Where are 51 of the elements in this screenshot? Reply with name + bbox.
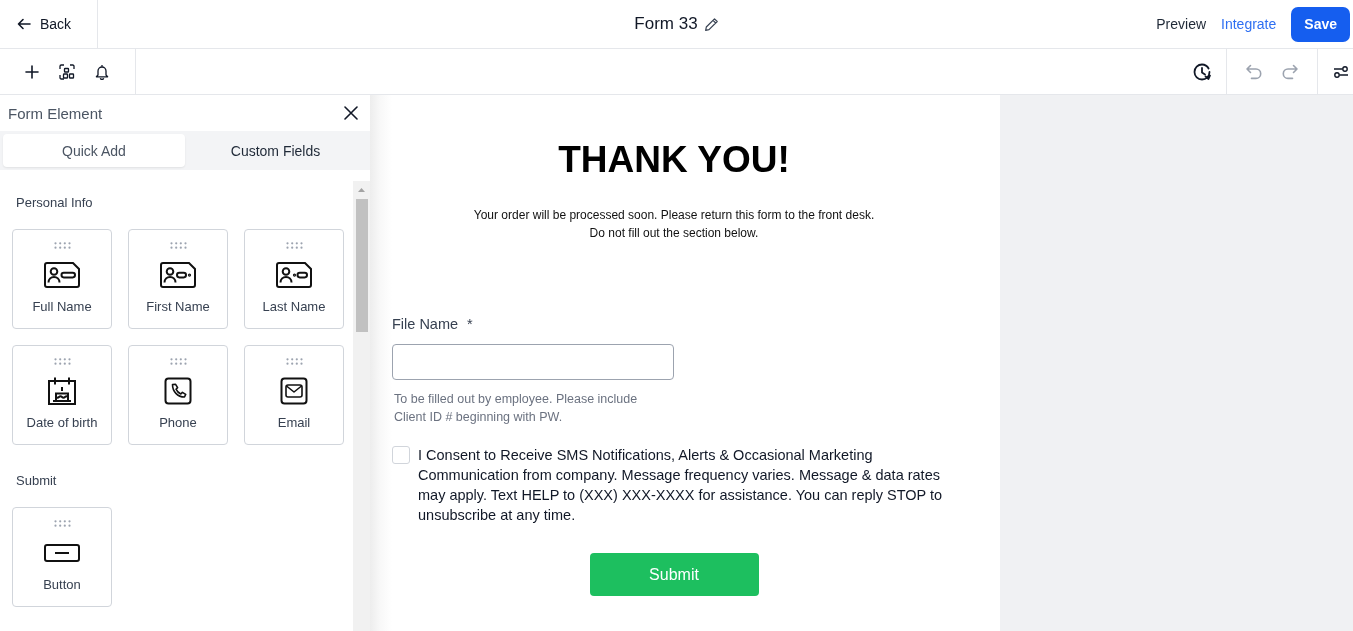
drag-handle-icon[interactable] — [53, 520, 71, 527]
form-element-card[interactable]: Full Name — [12, 229, 112, 329]
phone-icon — [164, 377, 192, 405]
scroll-up-icon[interactable] — [358, 188, 365, 192]
drag-handle-icon[interactable] — [53, 358, 71, 365]
id-card-icon — [159, 261, 197, 289]
form-element-card[interactable]: Phone — [128, 345, 228, 445]
help-text: To be filled out by employee. Please include — [394, 391, 639, 408]
close-icon[interactable] — [344, 106, 358, 120]
tab[interactable]: Custom Fields — [185, 134, 366, 167]
drag-handle-icon[interactable] — [169, 358, 187, 365]
drag-handle-icon[interactable] — [285, 358, 303, 365]
button-shape-icon — [44, 544, 80, 562]
link-button[interactable]: Integrate — [1221, 16, 1277, 32]
drag-handle-icon[interactable] — [285, 242, 303, 249]
section-title: Personal Info — [16, 194, 94, 212]
form-heading: THANK YOU! — [557, 138, 791, 182]
pencil-icon[interactable] — [703, 16, 719, 32]
drag-handle-icon[interactable] — [169, 242, 187, 249]
text-button[interactable]: Preview — [1156, 16, 1207, 32]
intro-text: Your order will be processed soon. Please return this form to the front desk. — [472, 207, 876, 224]
form-element-card[interactable]: Button — [12, 507, 112, 607]
section-title: Submit — [16, 472, 58, 490]
id-card-icon — [43, 261, 81, 289]
history-icon[interactable] — [1192, 61, 1212, 82]
back-button[interactable]: Back — [17, 16, 72, 32]
help-text: Client ID # beginning with PW. — [394, 409, 564, 426]
input-field[interactable] — [392, 344, 674, 380]
consent-text: I Consent to Receive SMS Notifications, Alerts & Occasional Marketing Communication from company. Message frequency varies. Message & data rates may apply. Text HELP to (XXX) XXX-XXXX for assistance. You can reply STOP to unsubscribe at any time. — [418, 446, 944, 525]
plus-icon[interactable] — [25, 64, 39, 79]
drag-handle-icon[interactable] — [53, 242, 71, 249]
intro-text: Do not fill out the section below. — [588, 225, 760, 242]
form-element-card[interactable]: Last Name — [244, 229, 344, 329]
tab[interactable]: Quick Add — [3, 134, 185, 167]
required-asterisk: * — [467, 315, 473, 334]
primary-button[interactable]: Save — [1291, 6, 1350, 42]
form-title: Form 33 — [634, 14, 698, 34]
sliders-icon[interactable] — [1333, 64, 1349, 79]
frame-squares-icon[interactable] — [59, 63, 75, 80]
form-element-card[interactable]: Email — [244, 345, 344, 445]
panel-title: Form Element — [8, 104, 103, 122]
arrow-left-icon — [17, 18, 31, 30]
consent-checkbox[interactable] — [392, 446, 410, 464]
id-card-icon — [275, 261, 313, 289]
form-element-card[interactable]: Date of birth — [12, 345, 112, 445]
scrollbar-thumb[interactable] — [355, 199, 368, 332]
form-element-card[interactable]: First Name — [128, 229, 228, 329]
calendar-cake-icon — [47, 376, 77, 406]
field-label: File Name — [392, 315, 459, 334]
envelope-icon — [280, 377, 308, 405]
bell-icon[interactable] — [95, 63, 109, 80]
